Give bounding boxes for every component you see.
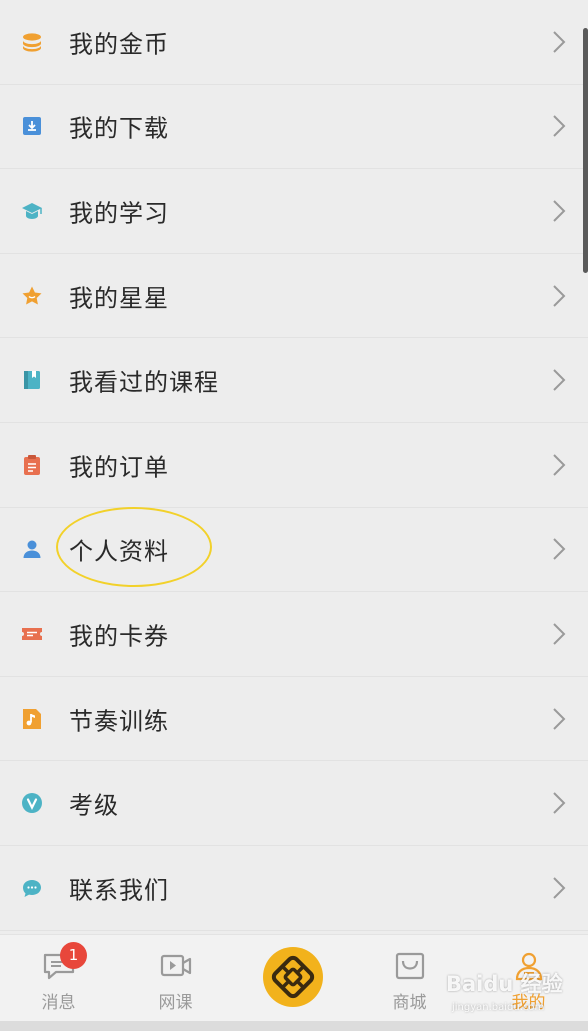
menu-item-coins[interactable]: 我的金币 xyxy=(0,0,588,85)
bottom-system-strip xyxy=(0,1021,588,1031)
download-icon xyxy=(21,115,43,137)
menu-item-contact-us[interactable]: 联系我们 xyxy=(0,845,588,931)
ticket-icon xyxy=(21,623,43,645)
chevron-right-icon xyxy=(552,114,566,138)
menu-item-rhythm-training[interactable]: 节奏训练 xyxy=(0,676,588,762)
menu-item-label: 我的下载 xyxy=(69,114,169,143)
menu-item-label: 我的卡券 xyxy=(69,622,169,651)
star-icon xyxy=(21,285,43,307)
menu-item-learning[interactable]: 我的学习 xyxy=(0,169,588,254)
menu-item-orders[interactable]: 我的订单 xyxy=(0,422,588,508)
chevron-right-icon xyxy=(552,284,566,308)
shopping-bag-icon xyxy=(393,951,427,981)
chevron-right-icon xyxy=(552,368,566,392)
menu-item-label: 节奏训练 xyxy=(69,707,169,736)
chat-bubble-icon xyxy=(21,877,43,899)
menu-item-label: 联系我们 xyxy=(69,876,169,905)
profile-menu-list: 我的金币 我的下载 我的学习 我的星星 我看过的课程 我的订单 个人资料 我的卡… xyxy=(0,0,588,931)
tab-label: 网课 xyxy=(158,993,193,1013)
tab-messages[interactable]: 1 消息 xyxy=(0,935,117,1022)
menu-item-label: 我的学习 xyxy=(69,199,169,228)
menu-item-watched-courses[interactable]: 我看过的课程 xyxy=(0,338,588,423)
menu-item-label: 我的金币 xyxy=(69,30,169,59)
v-badge-icon xyxy=(21,792,43,814)
unread-badge: 1 xyxy=(60,942,87,969)
chevron-right-icon xyxy=(552,622,566,646)
person-icon xyxy=(21,538,43,560)
menu-item-stars[interactable]: 我的星星 xyxy=(0,253,588,339)
chevron-right-icon xyxy=(552,707,566,731)
watermark-logo: Baidu 经验 xyxy=(446,972,563,996)
chevron-right-icon xyxy=(552,876,566,900)
chevron-right-icon xyxy=(552,537,566,561)
book-icon xyxy=(21,369,43,391)
chevron-right-icon xyxy=(552,791,566,815)
chevron-right-icon xyxy=(552,453,566,477)
menu-item-label: 考级 xyxy=(69,791,119,820)
scrollbar[interactable] xyxy=(583,28,588,273)
menu-item-label: 我的星星 xyxy=(69,284,169,313)
menu-item-downloads[interactable]: 我的下载 xyxy=(0,84,588,170)
music-note-icon xyxy=(21,708,43,730)
tab-online-courses[interactable]: 网课 xyxy=(117,935,234,1022)
chevron-right-icon xyxy=(552,199,566,223)
video-icon xyxy=(159,951,193,981)
menu-item-label: 我看过的课程 xyxy=(69,368,219,397)
menu-item-profile[interactable]: 个人资料 xyxy=(0,507,588,593)
menu-item-label: 个人资料 xyxy=(69,537,169,566)
clipboard-icon xyxy=(21,454,43,476)
logo-icon xyxy=(271,955,315,999)
coins-icon xyxy=(21,31,43,53)
graduation-cap-icon xyxy=(21,200,43,222)
watermark-url: jingyan.baidu.com xyxy=(452,1002,545,1013)
menu-item-coupons[interactable]: 我的卡券 xyxy=(0,592,588,677)
tab-label: 消息 xyxy=(41,993,76,1013)
center-logo-button[interactable] xyxy=(263,947,323,1007)
menu-item-label: 我的订单 xyxy=(69,453,169,482)
menu-item-grading-exam[interactable]: 考级 xyxy=(0,761,588,846)
chevron-right-icon xyxy=(552,30,566,54)
